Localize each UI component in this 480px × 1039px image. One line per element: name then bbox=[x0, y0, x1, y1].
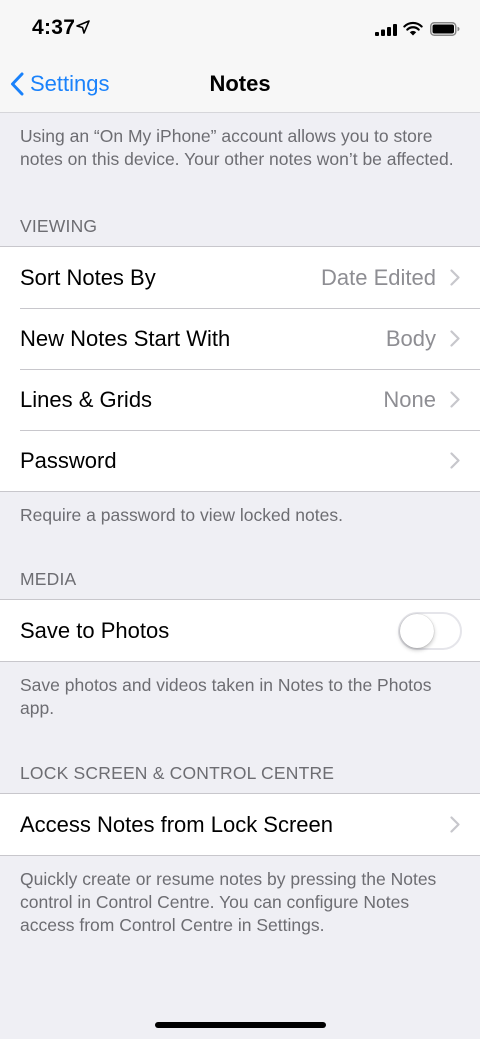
home-indicator[interactable] bbox=[155, 1022, 326, 1028]
status-time: 4:37 bbox=[32, 16, 76, 39]
row-label: Lines & Grids bbox=[20, 386, 153, 412]
sort-notes-by-row[interactable]: Sort Notes By Date Edited bbox=[0, 247, 480, 308]
wifi-icon bbox=[403, 21, 423, 36]
password-footer: Require a password to view locked notes. bbox=[20, 505, 343, 525]
lines-and-grids-row[interactable]: Lines & Grids None bbox=[0, 369, 480, 430]
new-notes-start-with-row[interactable]: New Notes Start With Body bbox=[0, 308, 480, 369]
settings-content: Using an “On My iPhone” account allows y… bbox=[0, 113, 480, 937]
status-bar: 4:37 bbox=[0, 0, 480, 56]
battery-icon bbox=[430, 22, 460, 36]
row-label: Save to Photos bbox=[20, 617, 170, 643]
section-header-lock-screen: LOCK SCREEN & CONTROL CENTRE bbox=[20, 763, 335, 783]
page-title: Notes bbox=[209, 71, 271, 96]
media-footer: Save photos and videos taken in Notes to… bbox=[20, 675, 432, 718]
row-label: Password bbox=[20, 447, 117, 473]
navigation-bar: Settings Notes bbox=[0, 56, 480, 113]
row-label: Access Notes from Lock Screen bbox=[20, 811, 334, 837]
location-arrow-icon bbox=[76, 20, 90, 34]
save-to-photos-row: Save to Photos bbox=[0, 600, 480, 661]
password-row[interactable]: Password bbox=[0, 430, 480, 491]
chevron-right-icon bbox=[450, 269, 460, 286]
lock-screen-group: Access Notes from Lock Screen bbox=[0, 793, 480, 856]
viewing-group: Sort Notes By Date Edited New Notes Star… bbox=[0, 246, 480, 492]
toggle-knob bbox=[400, 613, 434, 648]
lock-screen-footer: Quickly create or resume notes by pressi… bbox=[20, 869, 437, 935]
chevron-right-icon bbox=[450, 391, 460, 408]
row-label: Sort Notes By bbox=[20, 264, 156, 290]
intro-description: Using an “On My iPhone” account allows y… bbox=[20, 126, 454, 169]
media-group: Save to Photos bbox=[0, 599, 480, 662]
chevron-right-icon bbox=[450, 330, 460, 347]
access-notes-from-lock-screen-row[interactable]: Access Notes from Lock Screen bbox=[0, 794, 480, 855]
row-value: Body bbox=[385, 325, 436, 351]
chevron-right-icon bbox=[450, 452, 460, 469]
section-header-viewing: VIEWING bbox=[20, 216, 98, 236]
row-label: New Notes Start With bbox=[20, 325, 231, 351]
row-value: None bbox=[383, 386, 436, 412]
chevron-right-icon bbox=[450, 816, 460, 833]
section-header-media: MEDIA bbox=[20, 569, 77, 589]
signal-bars-icon bbox=[375, 24, 397, 36]
save-to-photos-toggle[interactable] bbox=[398, 611, 462, 650]
row-value: Date Edited bbox=[321, 264, 436, 290]
